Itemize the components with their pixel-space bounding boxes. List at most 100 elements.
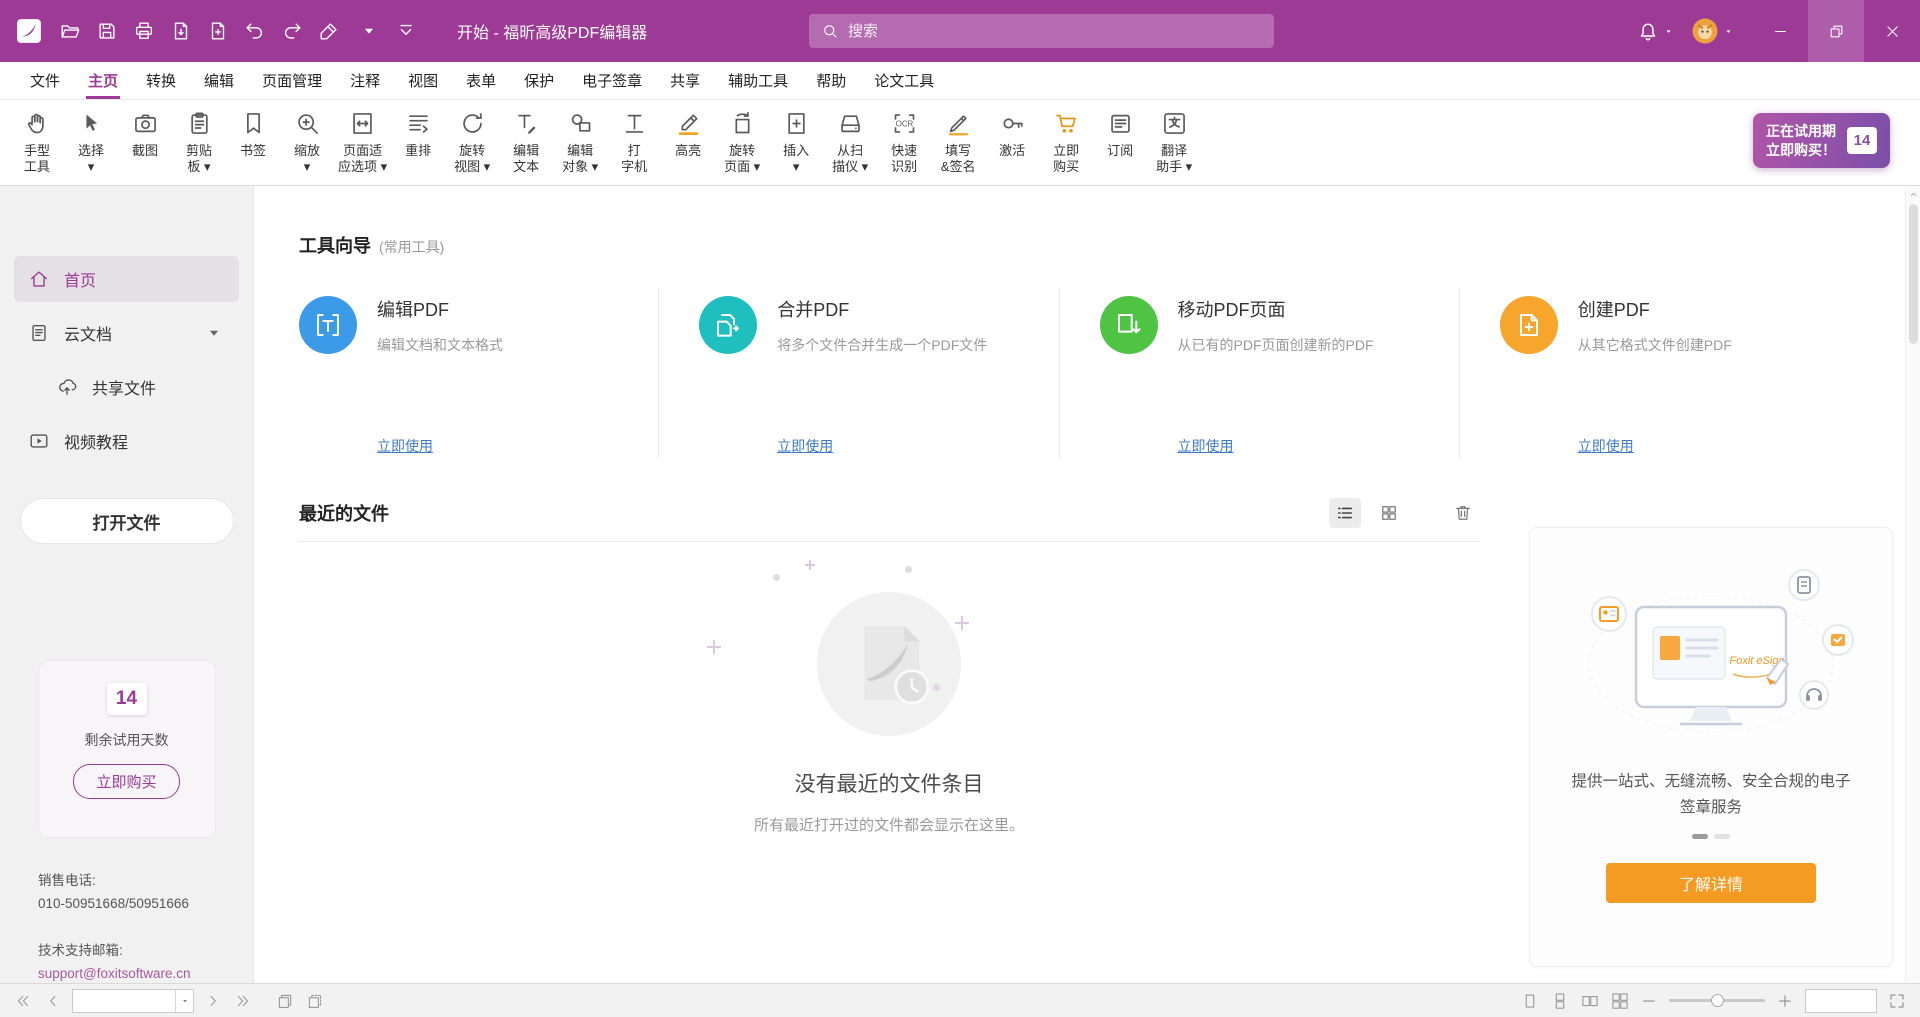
menu-item-edit[interactable]: 编辑 — [190, 62, 248, 99]
menu-item-paper-tools[interactable]: 论文工具 — [860, 62, 948, 99]
tool-insert[interactable]: 插入 ▾ — [769, 110, 823, 175]
snapshot-pages-icon[interactable] — [276, 992, 294, 1010]
menu-item-convert[interactable]: 转换 — [132, 62, 190, 99]
sidebar-item-home[interactable]: 首页 — [14, 256, 239, 302]
create-pdf-doc-icon[interactable] — [207, 20, 229, 42]
last-page-icon[interactable] — [234, 992, 252, 1010]
global-search-box[interactable] — [809, 14, 1274, 48]
sidebar-item-shared-files[interactable]: 共享文件 — [14, 364, 239, 410]
save-icon[interactable] — [96, 20, 118, 42]
continuous-page-icon[interactable] — [1551, 992, 1569, 1010]
tool-label: 书签 — [240, 143, 266, 159]
prev-page-icon[interactable] — [44, 992, 62, 1010]
tool-bookmark[interactable]: 书签 — [226, 110, 280, 159]
search-input[interactable] — [848, 23, 1262, 40]
tool-translate[interactable]: 翻译 助手 ▾ — [1147, 110, 1201, 175]
single-page-icon[interactable] — [1521, 992, 1539, 1010]
clear-recent-button[interactable] — [1447, 498, 1479, 528]
tool-snapshot[interactable]: 截图 — [118, 110, 172, 159]
menu-item-esign[interactable]: 电子签章 — [568, 62, 656, 99]
tool-rotate-view[interactable]: 旋转 视图 ▾ — [445, 110, 499, 175]
sidebar-item-video-tutorials[interactable]: 视频教程 — [14, 418, 239, 464]
grid-view-button[interactable] — [1373, 498, 1405, 528]
zoom-slider[interactable] — [1669, 999, 1765, 1002]
page-number-input[interactable] — [73, 993, 175, 1008]
scroll-up-button[interactable] — [1906, 186, 1920, 202]
redo-icon[interactable] — [281, 20, 303, 42]
tool-typewriter[interactable]: 打 字机 — [607, 110, 661, 175]
tool-edit-object[interactable]: 编辑 对象 ▾ — [553, 110, 607, 175]
use-now-link-merge-pdf[interactable]: 立即使用 — [777, 436, 987, 458]
tool-scanner[interactable]: 从扫 描仪 ▾ — [823, 110, 877, 175]
zoom-value-input[interactable] — [1806, 990, 1876, 1012]
close-button[interactable] — [1864, 0, 1920, 62]
tool-fill-sign[interactable]: 填写 &签名 — [931, 110, 985, 175]
fullscreen-icon[interactable] — [1888, 992, 1906, 1010]
vertical-scrollbar[interactable] — [1905, 186, 1920, 983]
menu-item-comment[interactable]: 注释 — [336, 62, 394, 99]
restore-button[interactable] — [1808, 0, 1864, 62]
export-pdf-icon[interactable] — [170, 20, 192, 42]
menu-item-protect[interactable]: 保护 — [510, 62, 568, 99]
search-icon — [821, 22, 839, 40]
open-file-button[interactable]: 打开文件 — [20, 498, 234, 544]
menu-item-share[interactable]: 共享 — [656, 62, 714, 99]
tool-clipboard[interactable]: 剪贴 板 ▾ — [172, 110, 226, 175]
menu-item-organize[interactable]: 页面管理 — [248, 62, 336, 99]
avatar[interactable] — [1690, 16, 1720, 46]
zoom-value-box[interactable] — [1805, 989, 1877, 1013]
tool-buy[interactable]: 立即 购买 — [1039, 110, 1093, 175]
undo-icon[interactable] — [244, 20, 266, 42]
tool-hand[interactable]: 手型 工具 — [10, 110, 64, 175]
page-box-caret-icon[interactable] — [175, 990, 193, 1012]
tool-select[interactable]: 选择 ▾ — [64, 110, 118, 175]
page-number-box[interactable] — [72, 989, 194, 1013]
list-view-button[interactable] — [1329, 498, 1361, 528]
notifications-caret-icon[interactable] — [1663, 26, 1674, 37]
open-folder-icon[interactable] — [59, 20, 81, 42]
account-caret-icon[interactable] — [1723, 26, 1734, 37]
use-now-link-edit-pdf[interactable]: 立即使用 — [377, 436, 503, 458]
minimize-button[interactable] — [1752, 0, 1808, 62]
menu-item-file[interactable]: 文件 — [16, 62, 74, 99]
carousel-dot[interactable] — [1714, 834, 1730, 839]
next-page-icon[interactable] — [204, 992, 222, 1010]
use-now-link-move-pages[interactable]: 立即使用 — [1178, 436, 1374, 458]
menu-item-form[interactable]: 表单 — [452, 62, 510, 99]
facing-pages-icon[interactable] — [1581, 992, 1599, 1010]
titlebar-right — [1628, 0, 1920, 62]
zoom-in-icon[interactable] — [1776, 992, 1794, 1010]
menu-item-accessibility[interactable]: 辅助工具 — [714, 62, 802, 99]
collapse-toolbar-icon[interactable] — [395, 20, 417, 42]
tool-activate[interactable]: 激活 — [985, 110, 1039, 159]
print-icon[interactable] — [133, 20, 155, 42]
facing-continuous-icon[interactable] — [1611, 992, 1629, 1010]
tool-edit-text[interactable]: 编辑 文本 — [499, 110, 553, 175]
buy-now-button[interactable]: 立即购买 — [73, 764, 179, 799]
esign-pen-icon[interactable] — [318, 20, 340, 42]
support-email-link[interactable]: support@foxitsoftware.cn — [38, 962, 253, 985]
zoom-slider-thumb[interactable] — [1711, 994, 1724, 1007]
menu-item-help[interactable]: 帮助 — [802, 62, 860, 99]
carousel-dot[interactable] — [1692, 834, 1708, 839]
tool-subscribe[interactable]: 订阅 — [1093, 110, 1147, 159]
sidebar-item-cloud-docs[interactable]: 云文档 — [14, 310, 239, 356]
caret-down-icon[interactable] — [203, 322, 225, 344]
menu-item-view[interactable]: 视图 — [394, 62, 452, 99]
zoom-out-icon[interactable] — [1640, 992, 1658, 1010]
tool-reflow[interactable]: 重排 — [391, 110, 445, 159]
use-now-link-create-pdf[interactable]: 立即使用 — [1578, 436, 1732, 458]
tool-highlight[interactable]: 高亮 — [661, 110, 715, 159]
tool-zoom[interactable]: 缩放 ▾ — [280, 110, 334, 175]
trial-banner[interactable]: 正在试用期 立即购买！ 14 — [1753, 113, 1890, 168]
learn-more-button[interactable]: 了解详情 — [1606, 863, 1816, 903]
menu-item-home[interactable]: 主页 — [74, 62, 132, 99]
tool-ocr[interactable]: OCR快速 识别 — [877, 110, 931, 175]
first-page-icon[interactable] — [14, 992, 32, 1010]
scrollbar-thumb[interactable] — [1909, 204, 1918, 344]
bell-icon[interactable] — [1636, 19, 1660, 43]
tool-fit-options[interactable]: 页面适 应选项 ▾ — [334, 110, 391, 175]
caret-down-icon[interactable] — [358, 20, 380, 42]
tool-rotate-page[interactable]: 旋转 页面 ▾ — [715, 110, 769, 175]
clipboard-pages-icon[interactable] — [306, 992, 324, 1010]
